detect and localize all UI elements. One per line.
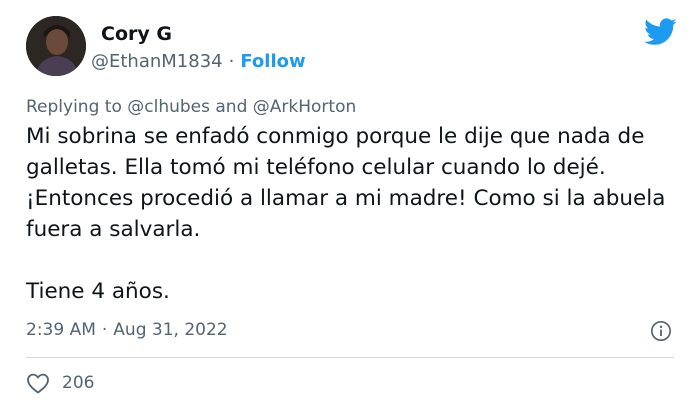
replying-to-label: Replying to xyxy=(26,97,122,117)
mention-link[interactable]: @ArkHorton xyxy=(253,97,356,117)
info-icon[interactable] xyxy=(650,320,672,342)
tweet-time: 2:39 AM xyxy=(26,320,96,340)
divider xyxy=(26,357,674,358)
tweet-text: Mi sobrina se enfadó conmigo porque le d… xyxy=(26,121,686,307)
display-name[interactable]: Cory G xyxy=(101,22,172,46)
avatar[interactable] xyxy=(26,16,86,76)
heart-icon[interactable] xyxy=(26,372,50,394)
replying-to: Replying to @clhubes and @ArkHorton xyxy=(26,96,356,118)
handle-separator: · xyxy=(228,51,235,72)
tweet-card: Cory G @EthanM1834 · Follow Replying to @c… xyxy=(0,0,700,410)
user-handle[interactable]: @EthanM1834 xyxy=(91,51,223,72)
mention-link[interactable]: @clhubes xyxy=(127,97,210,117)
tweet-date: Aug 31, 2022 xyxy=(113,320,228,340)
twitter-bird-icon[interactable] xyxy=(644,18,677,46)
like-count: 206 xyxy=(62,373,95,393)
replying-to-and: and xyxy=(215,97,248,117)
follow-button[interactable]: Follow xyxy=(240,51,305,72)
tweet-timestamp[interactable]: 2:39 AM · Aug 31, 2022 xyxy=(26,318,228,342)
tweet-paragraph: Mi sobrina se enfadó conmigo porque le d… xyxy=(26,124,666,242)
tweet-paragraph: Tiene 4 años. xyxy=(26,279,170,304)
timestamp-separator: · xyxy=(101,320,108,340)
handle-row: @EthanM1834 · Follow xyxy=(91,50,306,74)
like-action[interactable]: 206 xyxy=(26,372,94,396)
